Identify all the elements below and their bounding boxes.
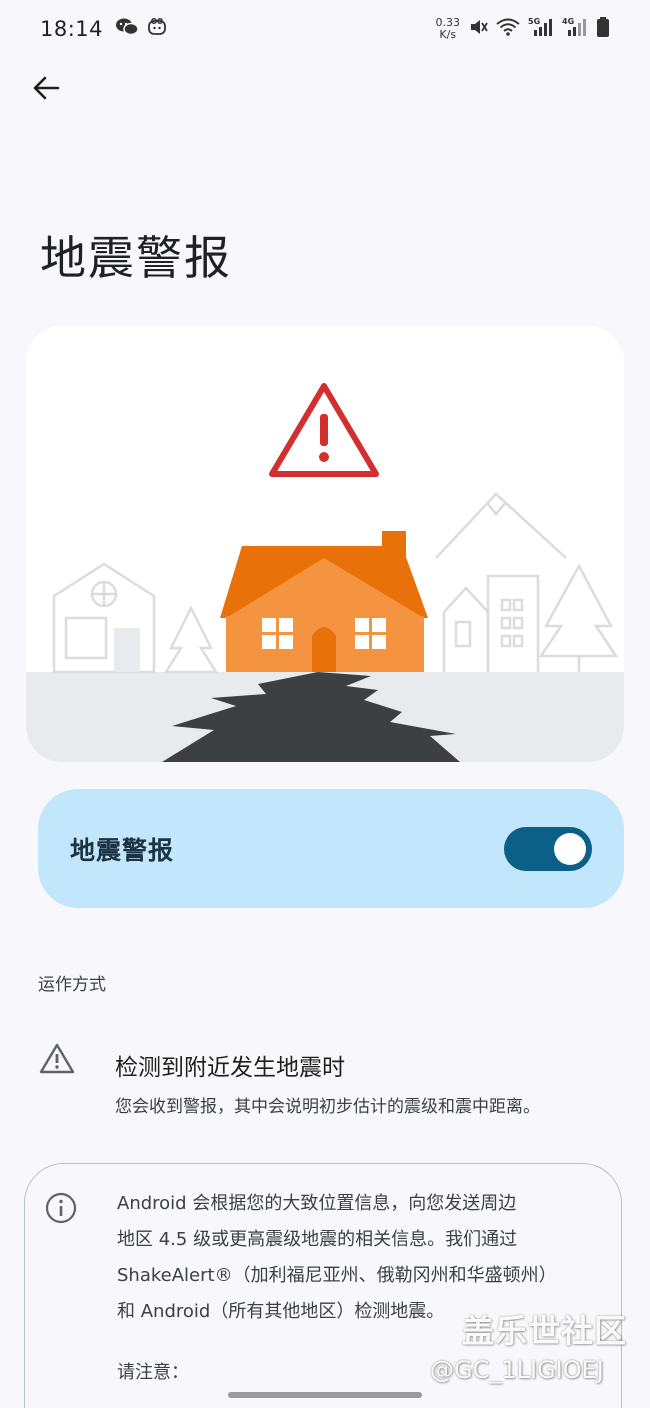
signal-5g-icon: 5G xyxy=(528,16,554,42)
back-button[interactable] xyxy=(26,70,66,110)
status-time: 18:14 xyxy=(40,17,104,41)
home-indicator[interactable] xyxy=(228,1392,422,1398)
signal-4g-icon: 4G xyxy=(562,16,588,42)
section-header-how-it-works: 运作方式 xyxy=(38,975,106,995)
svg-text:4G: 4G xyxy=(562,17,574,26)
battery-icon xyxy=(596,16,610,42)
info-note: 请注意： xyxy=(117,1362,189,1383)
switch-knob xyxy=(554,832,586,865)
house-icon xyxy=(220,531,428,672)
warning-sign-icon xyxy=(269,383,379,477)
earthquake-alerts-toggle-card[interactable]: 地震警报 xyxy=(38,789,624,908)
watermark-site: 盖乐世社区 xyxy=(462,1312,628,1350)
watermark-user: @GC_1LIGIOEJ xyxy=(430,1356,604,1384)
how-item-title: 检测到附近发生地震时 xyxy=(115,1055,345,1081)
toggle-label: 地震警报 xyxy=(70,835,175,865)
how-item-desc: 您会收到警报，其中会说明初步估计的震级和震中距离。 xyxy=(115,1097,540,1117)
app-notification-icon xyxy=(147,17,167,41)
page-title: 地震警报 xyxy=(40,231,232,285)
status-bar: 18:14 0.33 K/s 5G 4G xyxy=(0,0,650,58)
wechat-icon xyxy=(115,17,139,41)
svg-text:5G: 5G xyxy=(528,17,540,26)
info-icon xyxy=(43,1190,79,1230)
arrow-left-icon xyxy=(31,73,61,107)
mute-icon xyxy=(468,17,488,41)
earthquake-alerts-switch[interactable] xyxy=(504,826,592,871)
net-speed: 0.33 K/s xyxy=(435,16,461,41)
wifi-icon xyxy=(496,17,520,41)
hero-illustration xyxy=(26,326,624,762)
warning-triangle-icon xyxy=(38,1042,76,1080)
